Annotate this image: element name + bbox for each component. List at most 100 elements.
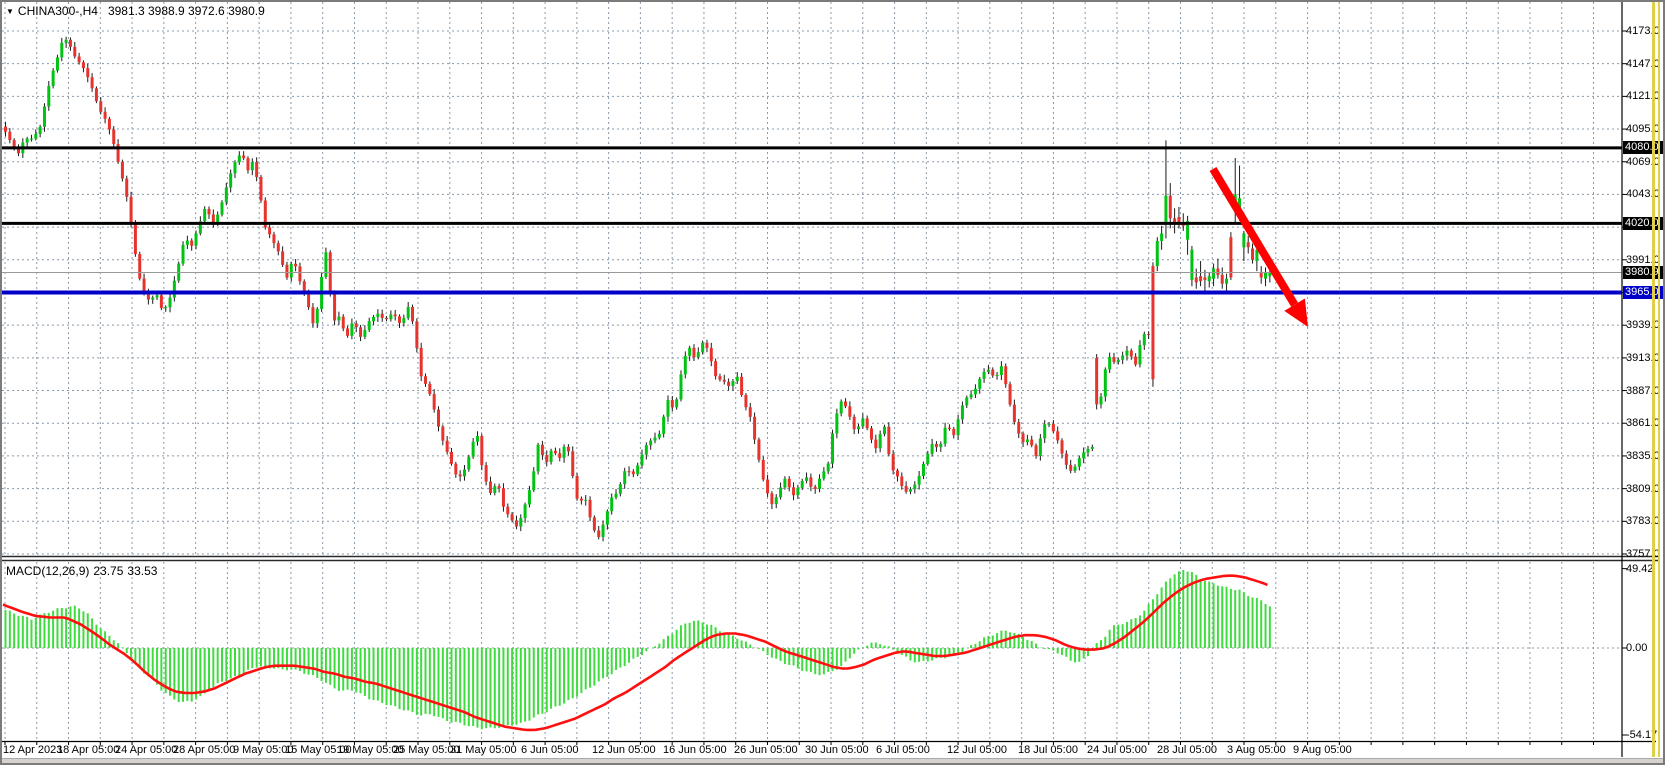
candle	[1095, 358, 1098, 405]
candle	[138, 254, 141, 279]
candle	[506, 507, 509, 514]
candle	[796, 488, 799, 495]
candle	[645, 445, 648, 454]
candle	[1147, 334, 1150, 335]
candle	[679, 374, 682, 399]
candle	[1082, 453, 1085, 459]
candle	[1229, 237, 1232, 277]
candle	[385, 318, 388, 319]
candle	[658, 434, 661, 438]
candle	[991, 370, 994, 376]
candle	[861, 418, 864, 426]
candle	[649, 441, 652, 446]
candle	[1156, 241, 1159, 266]
date-label: 26 Jun 05:00	[734, 744, 798, 756]
candle	[1251, 248, 1254, 259]
candlestick-series	[4, 37, 1271, 542]
candle	[1199, 276, 1202, 281]
candle	[710, 348, 713, 361]
date-label: 31 May 05:00	[450, 744, 517, 756]
candle	[1125, 351, 1128, 356]
candle	[740, 377, 743, 395]
candle	[1009, 384, 1012, 404]
candle	[290, 264, 293, 278]
candle	[567, 447, 570, 452]
candle	[294, 264, 297, 266]
candle	[182, 245, 185, 264]
candle	[476, 436, 479, 442]
candle	[731, 381, 734, 386]
down-arrow-annotation[interactable]	[1213, 169, 1308, 327]
candle	[485, 465, 488, 481]
candle	[744, 395, 747, 407]
bottom-edge-strip	[0, 758, 1665, 765]
candle	[143, 279, 146, 293]
candle	[632, 472, 635, 475]
candle	[472, 442, 475, 457]
candle	[359, 327, 362, 337]
candle	[835, 413, 838, 433]
candle	[1039, 438, 1042, 456]
candle	[818, 479, 821, 489]
candle	[376, 314, 379, 317]
candle	[1195, 277, 1198, 282]
candle	[918, 476, 921, 485]
candle	[156, 295, 159, 297]
macd-tick-label: 0.00	[1626, 642, 1647, 654]
candle	[1151, 266, 1154, 379]
candle	[1078, 458, 1081, 466]
candle	[580, 499, 583, 501]
candle	[697, 352, 700, 357]
candle	[1117, 360, 1120, 362]
candle	[212, 214, 215, 222]
candle	[1074, 467, 1077, 471]
chevron-down-icon[interactable]: ▼	[6, 7, 14, 16]
candle	[1013, 405, 1016, 422]
candle	[52, 71, 55, 86]
candle	[459, 474, 462, 476]
candle	[372, 317, 375, 321]
candle	[736, 377, 739, 381]
candle	[983, 372, 986, 379]
horizontal-level-lines[interactable]	[2, 148, 1622, 293]
candle	[424, 376, 427, 384]
candle	[307, 294, 310, 307]
candle	[537, 445, 540, 472]
candle	[1143, 334, 1146, 345]
candle	[597, 530, 600, 537]
candle	[1035, 445, 1038, 456]
macd-tick-label: 49.42	[1626, 563, 1654, 575]
candle	[874, 440, 877, 449]
date-label: 30 Jun 05:00	[805, 744, 869, 756]
candle	[1000, 366, 1003, 375]
candle	[1104, 369, 1107, 396]
candle	[844, 401, 847, 406]
candle	[411, 307, 414, 321]
candle	[259, 177, 262, 200]
candle	[350, 323, 353, 335]
candle	[961, 405, 964, 419]
candle	[1056, 431, 1059, 440]
chart-canvas[interactable]	[0, 0, 1665, 765]
candle	[221, 202, 224, 214]
candle	[1043, 424, 1046, 438]
candle	[86, 68, 89, 77]
candle	[1099, 397, 1102, 405]
candle	[394, 314, 397, 316]
candle	[840, 401, 843, 413]
candle	[939, 444, 942, 447]
date-label: 16 Jun 05:00	[663, 744, 727, 756]
candle	[285, 265, 288, 278]
candle	[714, 361, 717, 376]
candle	[1208, 276, 1211, 281]
candle	[125, 179, 128, 197]
candle	[272, 234, 275, 243]
candle	[337, 317, 340, 321]
candle	[47, 86, 50, 107]
candle	[216, 215, 219, 223]
date-label: 6 Jul 05:00	[876, 744, 930, 756]
candle	[407, 307, 410, 318]
candle	[783, 479, 786, 488]
candle	[1242, 233, 1245, 247]
candle	[541, 445, 544, 455]
